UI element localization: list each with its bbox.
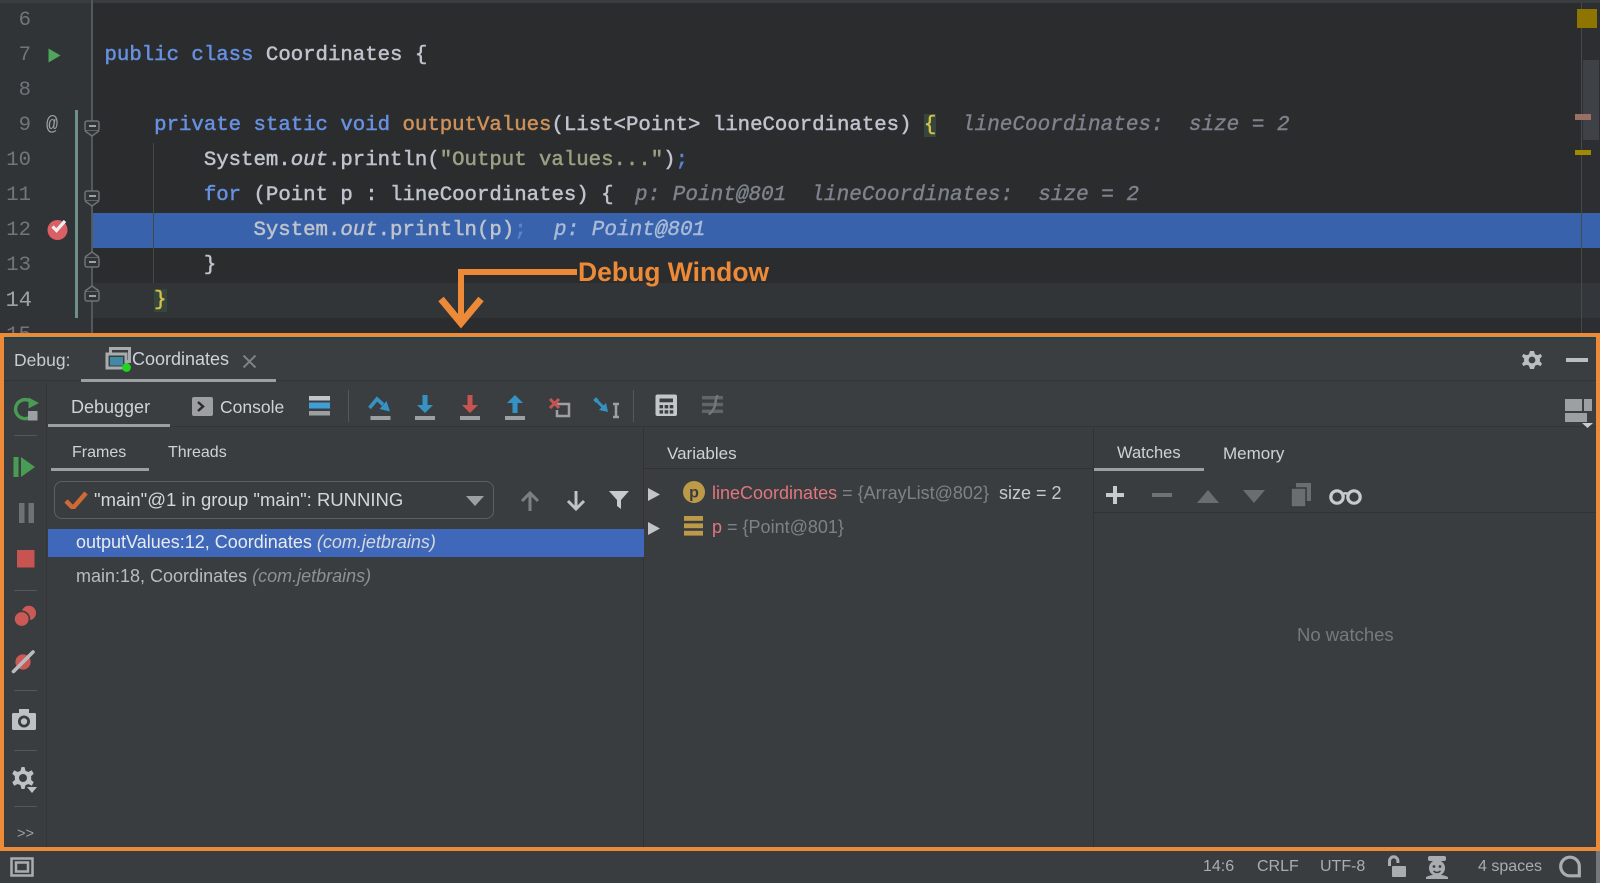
svg-text:p: p bbox=[689, 485, 699, 502]
